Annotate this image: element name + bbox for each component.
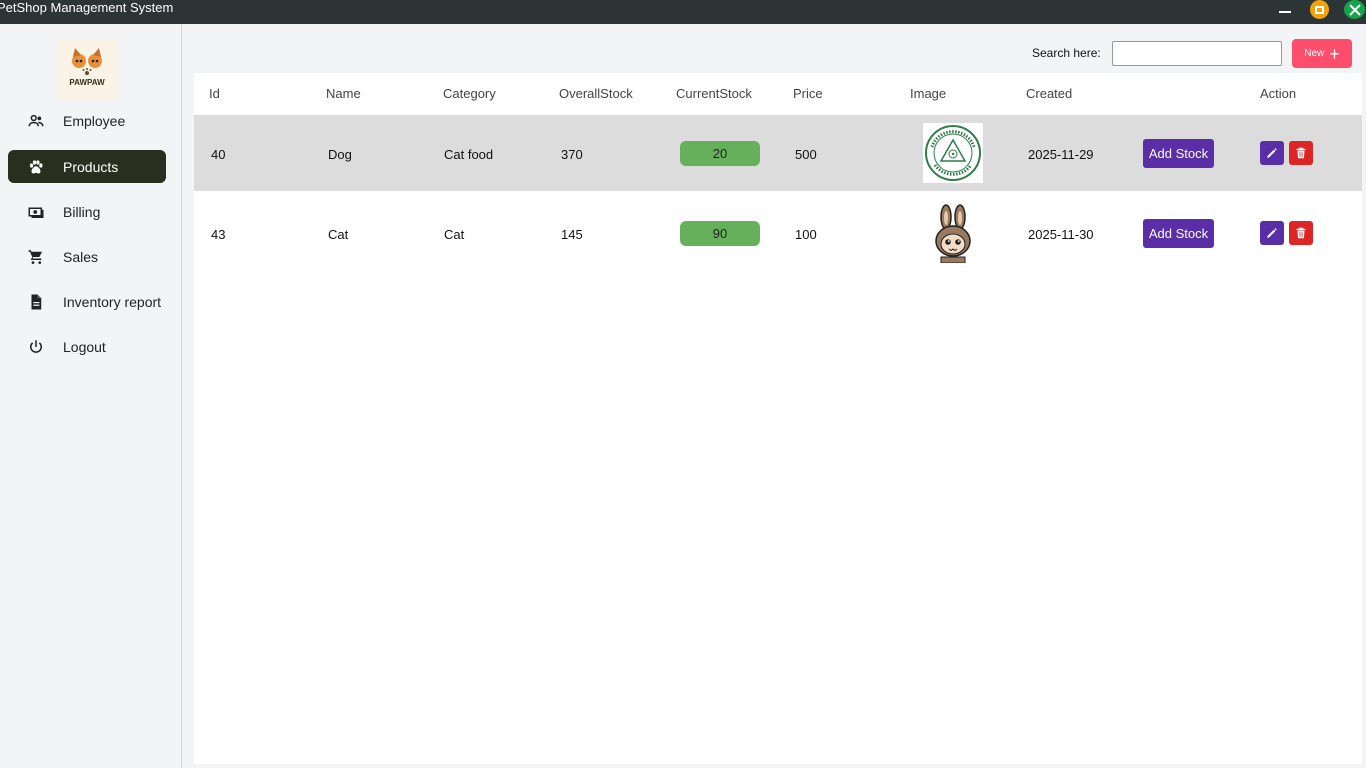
sidebar-item-label: Inventory report bbox=[63, 293, 162, 310]
cell-category: Cat food bbox=[444, 147, 494, 162]
current-stock-badge: 20 bbox=[680, 141, 760, 166]
sidebar-item-billing[interactable]: Billing bbox=[8, 195, 166, 228]
pawpaw-logo: PAWPAW bbox=[57, 39, 117, 99]
cell-overall-stock: 145 bbox=[561, 227, 583, 242]
sidebar-item-inventory-report[interactable]: Inventory report bbox=[8, 285, 166, 318]
add-stock-button[interactable]: Add Stock bbox=[1143, 219, 1214, 248]
cell-created: 2025-11-29 bbox=[1028, 147, 1094, 162]
university-seal-image bbox=[923, 123, 983, 183]
sidebar-item-employee[interactable]: Employee bbox=[8, 104, 166, 137]
cell-overall-stock: 370 bbox=[561, 147, 583, 162]
column-header-category: Category bbox=[443, 86, 496, 101]
minimize-icon bbox=[1279, 11, 1291, 13]
plus-icon: + bbox=[1329, 43, 1340, 64]
search-input[interactable] bbox=[1112, 41, 1282, 66]
cell-id: 43 bbox=[211, 227, 226, 242]
new-product-button[interactable]: New + bbox=[1292, 39, 1352, 68]
cell-category: Cat bbox=[444, 227, 465, 242]
bunny-character-image bbox=[923, 203, 983, 263]
column-header-action: Action bbox=[1260, 86, 1297, 101]
money-icon bbox=[8, 203, 63, 221]
sidebar: PAWPAW Employee Products Billing Sales I… bbox=[0, 24, 182, 768]
title-bar: PetShop Management System bbox=[0, 0, 1366, 24]
table-row[interactable]: 43 Cat Cat 145 90 100 2025-11-30 Add Sto… bbox=[194, 195, 1362, 271]
edit-button[interactable] bbox=[1260, 141, 1284, 165]
paw-icon bbox=[8, 158, 63, 176]
sidebar-item-products[interactable]: Products bbox=[8, 150, 166, 183]
sidebar-item-label: Logout bbox=[63, 338, 106, 355]
table-row[interactable]: 40 Dog Cat food 370 20 500 2025-11-29 Ad… bbox=[194, 115, 1362, 191]
column-header-name: Name bbox=[326, 86, 361, 101]
trash-icon bbox=[1296, 227, 1306, 239]
delete-button[interactable] bbox=[1289, 221, 1313, 245]
minimize-button[interactable] bbox=[1275, 0, 1295, 18]
column-header-image: Image bbox=[910, 86, 947, 101]
new-button-label: New bbox=[1304, 48, 1325, 59]
trash-icon bbox=[1296, 147, 1306, 159]
column-header-created: Created bbox=[1026, 86, 1073, 101]
sidebar-item-logout[interactable]: Logout bbox=[8, 330, 166, 363]
cart-icon bbox=[8, 248, 63, 266]
window-title: PetShop Management System bbox=[0, 0, 174, 15]
power-icon bbox=[8, 338, 63, 356]
delete-button[interactable] bbox=[1289, 141, 1313, 165]
close-button[interactable] bbox=[1344, 0, 1365, 19]
sidebar-item-label: Sales bbox=[63, 248, 99, 265]
pencil-icon bbox=[1267, 228, 1277, 238]
cell-created: 2025-11-30 bbox=[1028, 227, 1094, 242]
cell-price: 500 bbox=[795, 147, 817, 162]
pencil-icon bbox=[1267, 148, 1277, 158]
column-header-overall-stock: OverallStock bbox=[559, 86, 633, 101]
search-label: Search here: bbox=[1032, 46, 1101, 60]
column-header-price: Price bbox=[793, 86, 823, 101]
column-header-current-stock: CurrentStock bbox=[676, 86, 752, 101]
cell-price: 100 bbox=[795, 227, 817, 242]
sidebar-item-label: Products bbox=[63, 158, 119, 175]
maximize-icon bbox=[1315, 5, 1324, 14]
products-table: Id Name Category OverallStock CurrentSto… bbox=[194, 73, 1362, 764]
sidebar-item-sales[interactable]: Sales bbox=[8, 240, 166, 273]
table-header: Id Name Category OverallStock CurrentSto… bbox=[194, 73, 1362, 115]
cell-name: Dog bbox=[328, 147, 352, 162]
logo-text: PAWPAW bbox=[69, 78, 105, 87]
sidebar-item-label: Employee bbox=[63, 112, 126, 129]
close-icon bbox=[1348, 3, 1361, 16]
edit-button[interactable] bbox=[1260, 221, 1284, 245]
column-header-id: Id bbox=[209, 86, 220, 101]
users-icon bbox=[8, 112, 63, 130]
cell-name: Cat bbox=[328, 227, 349, 242]
maximize-button[interactable] bbox=[1310, 0, 1329, 19]
cell-id: 40 bbox=[211, 147, 226, 162]
current-stock-badge: 90 bbox=[680, 221, 760, 246]
document-icon bbox=[8, 293, 63, 311]
add-stock-button[interactable]: Add Stock bbox=[1143, 139, 1214, 168]
sidebar-item-label: Billing bbox=[63, 203, 101, 220]
